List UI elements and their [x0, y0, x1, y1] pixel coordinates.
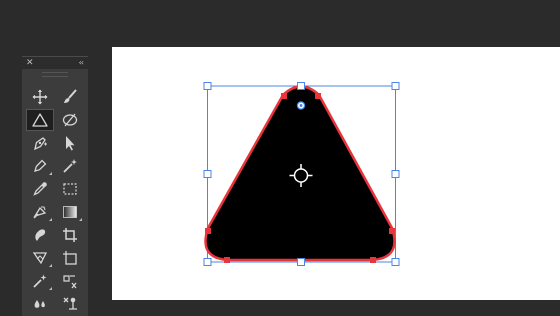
rounded-triangle-shape[interactable] [204, 85, 396, 262]
artwork-layer [203, 82, 400, 266]
radius-widget[interactable] [296, 101, 306, 110]
